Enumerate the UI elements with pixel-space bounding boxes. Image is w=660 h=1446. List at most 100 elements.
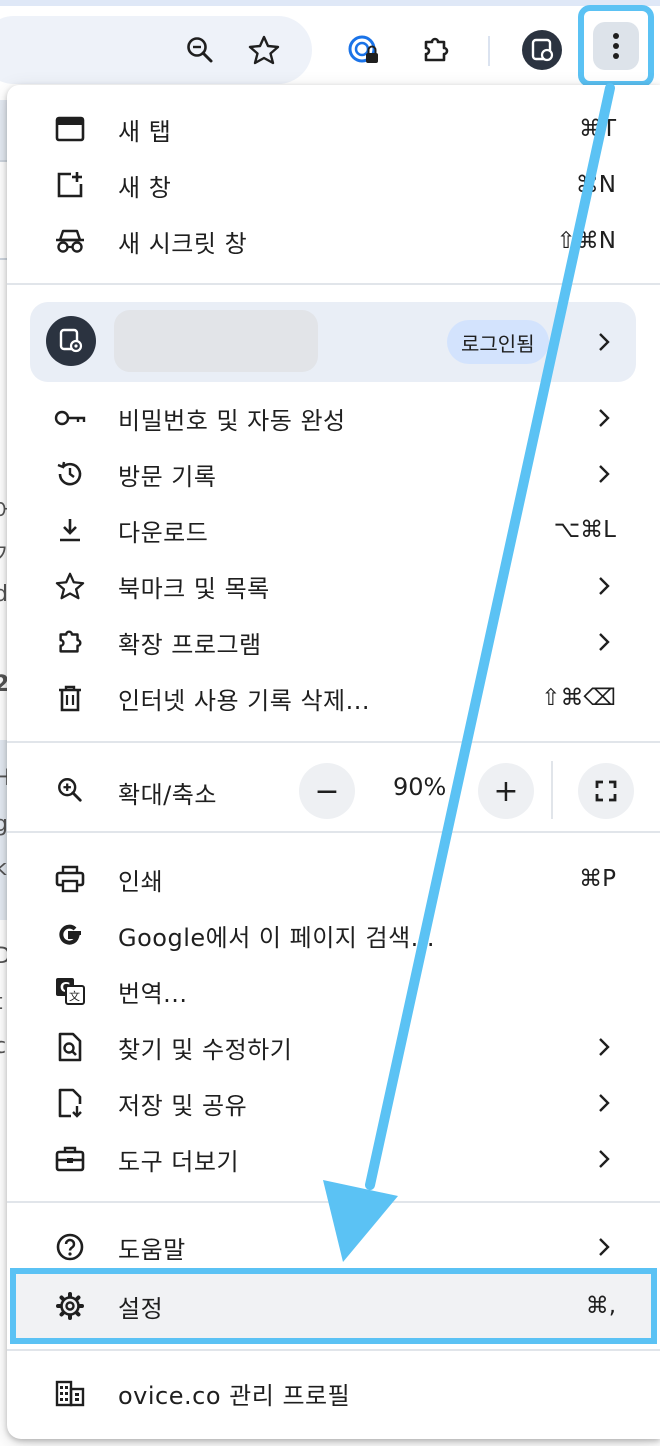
zoom-out-button[interactable]: − [299, 763, 355, 819]
star-icon [53, 569, 87, 603]
signed-in-badge: 로그인됨 [447, 320, 549, 364]
chevron-right-icon [594, 1035, 614, 1059]
chevron-right-icon [594, 1235, 614, 1259]
menu-item-label: 방문 기록 [118, 462, 217, 491]
menu-item-print[interactable]: 인쇄 ⌘P [7, 851, 660, 907]
zoom-label: 확대/축소 [118, 781, 217, 809]
menu-divider [7, 741, 660, 743]
more-menu-icon[interactable] [593, 22, 639, 70]
zoom-icon[interactable] [178, 26, 222, 74]
menu-divider [7, 1349, 660, 1351]
zoom-row: 확대/축소 − 90% + [7, 759, 660, 821]
zoom-in-icon [53, 773, 87, 807]
profile-name-redacted [114, 310, 318, 372]
chevron-right-icon [594, 574, 614, 598]
chevron-right-icon [594, 462, 614, 486]
menu-item-google-search[interactable]: Google에서 이 페이지 검색... [7, 907, 660, 963]
extensions-icon[interactable] [414, 26, 458, 74]
gear-icon [53, 1289, 87, 1323]
menu-item-managed-profile[interactable]: ovice.co 관리 프로필 [7, 1365, 660, 1421]
fullscreen-icon [595, 780, 617, 802]
menu-item-label: 설정 [118, 1294, 164, 1323]
toolbox-icon [53, 1142, 87, 1176]
chrome-main-menu: 새 탭 ⌘T 새 창 ⌘N 새 시크릿 창 ⇧⌘N 로그인됨 비밀번호 및 자동… [7, 85, 660, 1439]
zoom-separator [551, 761, 553, 819]
chevron-right-icon [594, 1091, 614, 1115]
zoom-in-button[interactable]: + [478, 763, 534, 819]
menu-item-label: Google에서 이 페이지 검색... [118, 923, 436, 952]
menu-item-label: 다운로드 [118, 518, 209, 547]
password-manager-icon[interactable] [342, 26, 386, 74]
avatar [46, 316, 96, 366]
building-icon [53, 1376, 87, 1410]
menu-item-shortcut: ⌘P [579, 866, 616, 892]
menu-item-new-window[interactable]: 새 창 ⌘N [7, 157, 660, 213]
trash-icon [53, 681, 87, 715]
menu-item-label: 찾기 및 수정하기 [118, 1035, 293, 1064]
fullscreen-button[interactable] [578, 763, 634, 819]
menu-divider [7, 831, 660, 833]
history-icon [53, 457, 87, 491]
menu-item-label: 새 창 [118, 173, 172, 202]
key-icon [53, 401, 87, 435]
bookmark-star-icon[interactable] [242, 26, 286, 74]
find-in-page-icon [53, 1030, 87, 1064]
menu-item-help[interactable]: 도움말 [7, 1219, 660, 1275]
menu-item-save-share[interactable]: 저장 및 공유 [7, 1075, 660, 1131]
profile-row[interactable]: 로그인됨 [30, 302, 636, 382]
toolbar-separator [488, 36, 490, 66]
chevron-right-icon [594, 1147, 614, 1171]
zoom-value: 90% [393, 773, 447, 801]
menu-item-downloads[interactable]: 다운로드 ⌥⌘L [7, 502, 660, 558]
menu-item-label: 도구 더보기 [118, 1147, 240, 1176]
menu-item-find-edit[interactable]: 찾기 및 수정하기 [7, 1019, 660, 1075]
puzzle-icon [53, 625, 87, 659]
menu-item-history[interactable]: 방문 기록 [7, 446, 660, 502]
more-menu-highlight [578, 5, 654, 87]
menu-item-shortcut: ⌘N [575, 172, 616, 198]
svg-text:文: 文 [69, 989, 80, 1003]
new-window-icon [53, 168, 87, 202]
menu-item-label: 인터넷 사용 기록 삭제... [118, 686, 370, 715]
page-text-fragment: k [0, 856, 7, 881]
menu-item-label: 도움말 [118, 1235, 186, 1264]
menu-item-bookmarks[interactable]: 북마크 및 목록 [7, 558, 660, 614]
download-icon [53, 513, 87, 547]
menu-item-shortcut: ⌘T [578, 116, 616, 142]
printer-icon [53, 862, 87, 896]
page-text-fragment: c [0, 1034, 7, 1059]
chevron-right-icon [594, 630, 614, 654]
menu-item-more-tools[interactable]: 도구 더보기 [7, 1131, 660, 1187]
menu-divider [7, 1201, 660, 1203]
menu-item-shortcut: ⇧⌘N [556, 228, 616, 254]
menu-item-extensions[interactable]: 확장 프로그램 [7, 614, 660, 670]
menu-item-label: 인쇄 [118, 867, 164, 896]
menu-item-passwords[interactable]: 비밀번호 및 자동 완성 [7, 390, 660, 446]
profile-icon[interactable] [520, 26, 564, 74]
translate-icon: G文 [53, 974, 87, 1008]
menu-item-label: 북마크 및 목록 [118, 574, 270, 603]
tab-strip [0, 0, 660, 6]
menu-item-label: 새 시크릿 창 [118, 229, 248, 258]
google-g-icon [53, 918, 87, 952]
menu-item-translate[interactable]: G文 번역... [7, 963, 660, 1019]
menu-item-label: 번역... [118, 979, 188, 1008]
menu-item-shortcut: ⌘, [585, 1293, 616, 1319]
new-tab-icon [53, 112, 87, 146]
menu-item-clear-data[interactable]: 인터넷 사용 기록 삭제... ⇧⌘⌫ [7, 670, 660, 726]
menu-divider [7, 283, 660, 285]
chevron-right-icon [594, 330, 614, 354]
chevron-right-icon [594, 406, 614, 430]
save-file-icon [53, 1086, 87, 1120]
menu-item-label: ovice.co 관리 프로필 [118, 1381, 351, 1410]
help-icon [53, 1230, 87, 1264]
menu-item-settings[interactable]: 설정 ⌘, [7, 1278, 660, 1334]
page-text-fragment: t [0, 990, 3, 1015]
incognito-icon [53, 224, 87, 258]
menu-item-label: 확장 프로그램 [118, 630, 262, 659]
menu-item-shortcut: ⌥⌘L [553, 517, 616, 543]
menu-item-incognito[interactable]: 새 시크릿 창 ⇧⌘N [7, 213, 660, 269]
menu-item-label: 저장 및 공유 [118, 1091, 248, 1120]
menu-item-shortcut: ⇧⌘⌫ [541, 685, 616, 711]
menu-item-new-tab[interactable]: 새 탭 ⌘T [7, 101, 660, 157]
